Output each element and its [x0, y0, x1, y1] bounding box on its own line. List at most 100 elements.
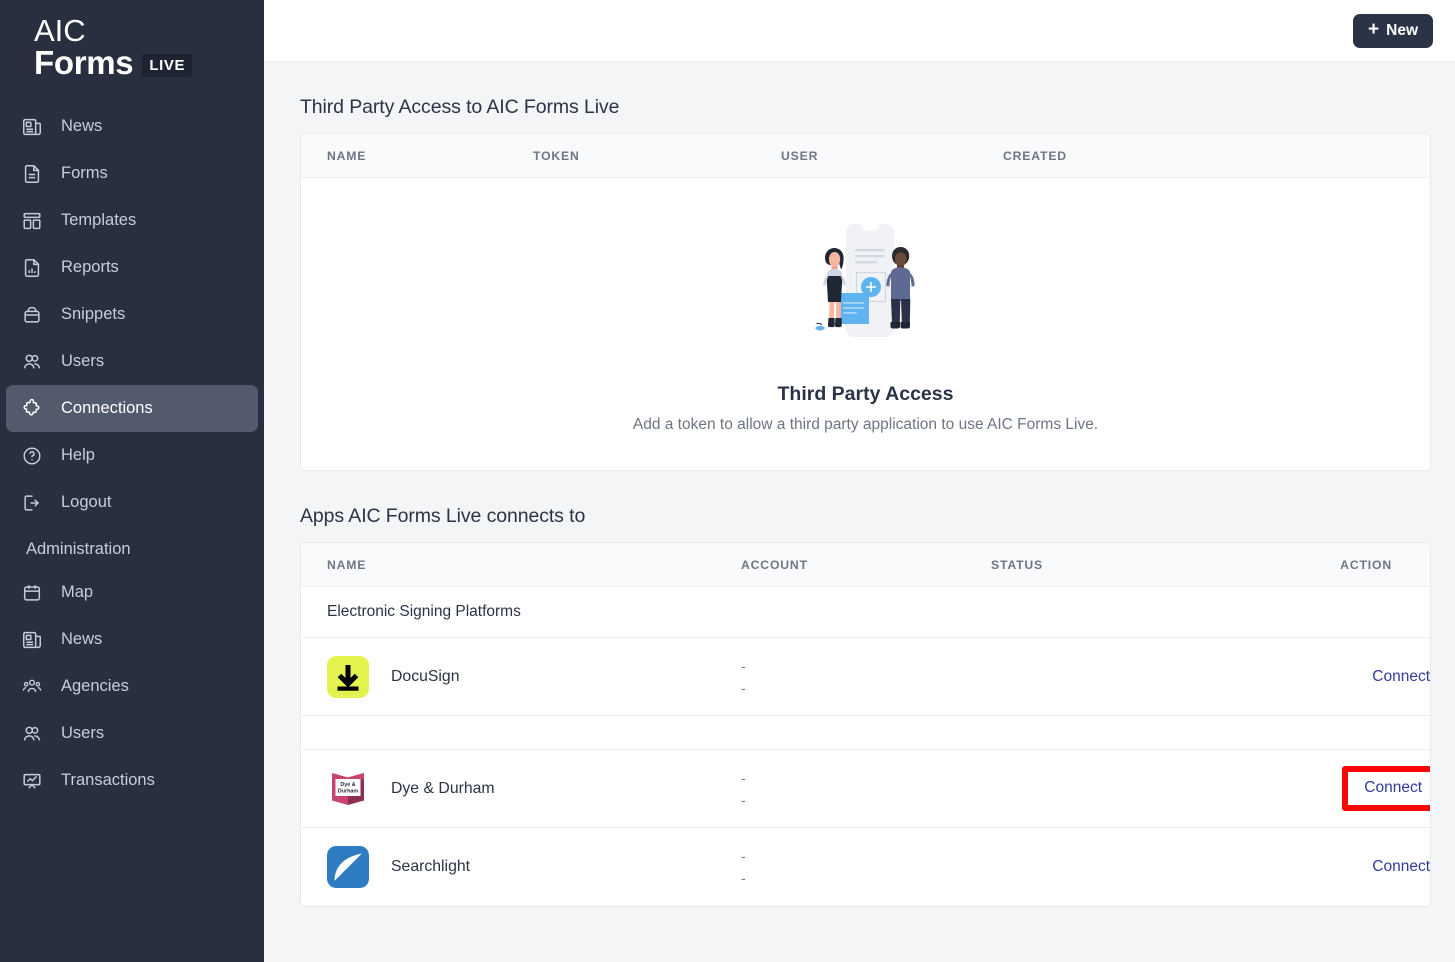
app-name-label: Searchlight	[391, 857, 471, 875]
apps-section-title: Apps AIC Forms Live connects to	[300, 505, 586, 527]
empty-state-subtitle: Add a token to allow a third party appli…	[632, 416, 1099, 433]
question-circle-icon	[20, 444, 43, 467]
sidebar-item-label: Templates	[61, 211, 137, 230]
sidebar-item-news[interactable]: News	[6, 103, 258, 150]
logo-forms-text: Forms	[34, 44, 134, 81]
sidebar-item-logout[interactable]: Logout	[6, 479, 258, 526]
empty-state: Third Party Access Add a token to allow …	[301, 178, 1430, 470]
people-with-phone-illustration	[791, 212, 941, 367]
sidebar-item-label: Transactions	[61, 771, 155, 790]
sidebar-item-label: Users	[61, 352, 105, 371]
app-account-cell: - -	[741, 637, 991, 716]
apps-table: NAME ACCOUNT STATUS ACTION Electronic Si…	[301, 543, 1430, 906]
app-action-cell: Connect	[1331, 749, 1430, 828]
topbar: + New	[264, 0, 1455, 62]
app-account-cell: - -	[741, 828, 991, 906]
document-icon	[20, 162, 43, 185]
app-name-label: DocuSign	[391, 667, 460, 685]
app-name-cell: Dye & Durham Dye & Durham	[301, 749, 741, 828]
sidebar-item-map[interactable]: Map	[6, 569, 258, 616]
calendar-icon	[20, 581, 43, 604]
app-group-label: Electronic Signing Platforms	[301, 586, 1430, 638]
sidebar-item-templates[interactable]: Templates	[6, 197, 258, 244]
third-party-section-title: Third Party Access to AIC Forms Live	[300, 96, 620, 118]
connect-button[interactable]: Connect	[1364, 779, 1422, 797]
table-spacer-row	[301, 715, 1430, 750]
logo-aic-text: AIC	[34, 13, 86, 48]
news-icon	[20, 115, 43, 138]
searchlight-icon	[327, 845, 369, 888]
column-header-user: USER	[781, 134, 1003, 178]
sidebar-item-label: Connections	[61, 399, 153, 418]
new-button[interactable]: + New	[1353, 13, 1433, 48]
app-action-cell: Connect	[1331, 828, 1430, 906]
third-party-card: NAME TOKEN USER CREATED Third Party Acce…	[300, 133, 1431, 471]
table-row[interactable]: Searchlight - - Connect	[301, 828, 1430, 906]
sidebar-item-snippets[interactable]: Snippets	[6, 291, 258, 338]
column-header-name: NAME	[301, 134, 533, 178]
sidebar-item-transactions[interactable]: Transactions	[6, 757, 258, 804]
column-header-name: NAME	[301, 543, 741, 587]
table-row[interactable]: Dye & Durham Dye & Durham - - Connect	[301, 749, 1430, 828]
sidebar-item-label: Map	[61, 583, 94, 602]
sidebar-item-label: Forms	[61, 164, 108, 183]
connect-button[interactable]: Connect	[1372, 858, 1430, 876]
sidebar-item-admin-users[interactable]: Users	[6, 710, 258, 757]
app-status-cell	[991, 749, 1331, 828]
app-name-label: Dye & Durham	[391, 779, 495, 797]
sidebar-item-reports[interactable]: Reports	[6, 244, 258, 291]
third-party-table: NAME TOKEN USER CREATED Third Party Acce…	[301, 134, 1430, 470]
empty-state-title: Third Party Access	[777, 383, 954, 405]
puzzle-icon	[20, 397, 43, 420]
highlight-annotation: Connect	[1342, 766, 1430, 811]
sidebar-item-label: News	[61, 630, 103, 649]
table-header-row: NAME TOKEN USER CREATED	[301, 134, 1430, 178]
logout-icon	[20, 491, 43, 514]
dye-and-durham-icon: Dye & Durham	[327, 768, 369, 810]
plus-icon: +	[1368, 19, 1380, 40]
app-group-row: Electronic Signing Platforms	[301, 586, 1430, 638]
users-icon	[20, 350, 43, 373]
empty-state-row: Third Party Access Add a token to allow …	[301, 178, 1430, 471]
sidebar-item-agencies[interactable]: Agencies	[6, 663, 258, 710]
account-line-2: -	[741, 791, 746, 808]
app-status-cell	[991, 637, 1331, 716]
app-name-cell: Searchlight	[301, 828, 741, 906]
sidebar-section-administration: Administration	[26, 540, 131, 558]
app-name-cell: DocuSign	[301, 637, 741, 716]
sidebar-item-connections[interactable]: Connections	[6, 385, 258, 432]
account-line-2: -	[741, 869, 746, 886]
column-header-created: CREATED	[1003, 134, 1430, 178]
sidebar-item-label: Agencies	[61, 677, 129, 696]
logo-live-badge: LIVE	[142, 54, 193, 77]
column-header-account: ACCOUNT	[741, 543, 991, 587]
sidebar-item-label: Help	[61, 446, 95, 465]
sidebar-item-users[interactable]: Users	[6, 338, 258, 385]
account-line-1: -	[741, 847, 746, 864]
sidebar-item-label: Reports	[61, 258, 119, 277]
sidebar-item-help[interactable]: Help	[6, 432, 258, 479]
svg-text:Durham: Durham	[338, 788, 359, 794]
sidebar-item-admin-news[interactable]: News	[6, 616, 258, 663]
sidebar-item-label: Logout	[61, 493, 112, 512]
primary-nav: News Forms Templates Reports Snippets Us…	[0, 103, 264, 804]
app-status-cell	[991, 828, 1331, 906]
sidebar-item-label: Snippets	[61, 305, 126, 324]
snippets-icon	[20, 303, 43, 326]
account-line-2: -	[741, 679, 746, 696]
table-row[interactable]: DocuSign - - Connect	[301, 637, 1430, 716]
users-icon	[20, 722, 43, 745]
app-action-cell: Connect	[1331, 637, 1430, 716]
table-header-row: NAME ACCOUNT STATUS ACTION	[301, 543, 1430, 587]
reports-icon	[20, 256, 43, 279]
svg-text:Dye &: Dye &	[340, 782, 355, 788]
transactions-icon	[20, 769, 43, 792]
agencies-icon	[20, 675, 43, 698]
sidebar: AIC Forms LIVE News Forms Templates Repo…	[0, 0, 264, 962]
apps-card: NAME ACCOUNT STATUS ACTION Electronic Si…	[300, 542, 1431, 907]
sidebar-item-forms[interactable]: Forms	[6, 150, 258, 197]
app-logo: AIC Forms LIVE	[0, 0, 264, 103]
connect-button[interactable]: Connect	[1372, 668, 1430, 686]
account-line-1: -	[741, 657, 746, 674]
app-root: AIC Forms LIVE News Forms Templates Repo…	[0, 0, 1455, 962]
